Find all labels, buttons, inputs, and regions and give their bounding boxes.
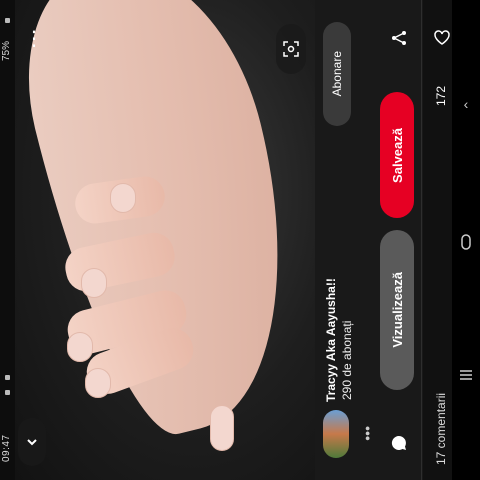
notification-icon [5, 375, 10, 380]
status-bar: 75% 09:47 [0, 0, 15, 480]
comments-count[interactable]: 17 comentarii [434, 335, 448, 465]
view-button[interactable]: Vizualizează [380, 230, 414, 390]
view-label: Vizualizează [389, 272, 405, 348]
chevron-back-icon [27, 439, 37, 446]
share-icon [392, 31, 406, 45]
back-button[interactable] [18, 418, 46, 466]
status-time: 09:47 [1, 434, 12, 462]
fingernail [81, 268, 107, 298]
heart-icon [434, 30, 450, 45]
screen: 75% 09:47 ⋮ Abonare Tracyy Aka Aayusha!!… [0, 0, 480, 480]
more-horizontal-icon: ••• [359, 425, 375, 441]
fingernail [67, 332, 93, 362]
fingernail [110, 183, 136, 213]
nav-home-icon [461, 234, 471, 250]
more-actions-button[interactable]: ••• [359, 418, 375, 448]
author-name[interactable]: Tracyy Aka Aayusha!! [324, 212, 338, 402]
save-label: Salvează [389, 127, 405, 183]
fingernail [210, 405, 234, 451]
nav-back-icon: ‹ [463, 96, 469, 112]
visual-search-button[interactable] [276, 24, 306, 74]
pin-image[interactable] [15, 0, 315, 480]
hand-image [15, 0, 315, 450]
nav-recents-icon [460, 370, 472, 380]
follower-count: 290 de abonați [340, 320, 354, 400]
fingernail [85, 368, 111, 398]
notification-icon [5, 18, 10, 23]
comment-button[interactable] [388, 430, 410, 456]
nav-recents-button[interactable] [452, 355, 480, 395]
nav-back-button[interactable]: ‹ [452, 84, 480, 124]
panel-divider [421, 0, 422, 480]
share-button[interactable] [388, 24, 410, 52]
avatar[interactable] [323, 410, 349, 458]
chat-icon [391, 435, 406, 450]
like-count: 172 [434, 85, 448, 106]
nav-home-button[interactable] [452, 222, 480, 262]
battery-level: 75% [1, 41, 12, 62]
more-vertical-icon: ⋮ [24, 27, 44, 50]
subscribe-label: Abonare [330, 51, 344, 97]
like-button[interactable] [432, 24, 452, 52]
visual-search-icon [283, 41, 299, 57]
notification-icon [5, 390, 10, 395]
more-options-button[interactable]: ⋮ [22, 24, 46, 52]
save-button[interactable]: Salvează [380, 92, 414, 218]
subscribe-button[interactable]: Abonare [323, 22, 351, 126]
